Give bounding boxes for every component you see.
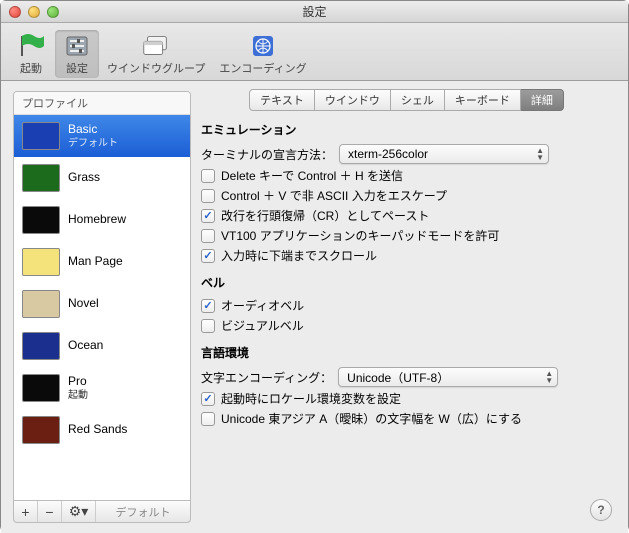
toolbar-label: 起動 <box>20 60 42 76</box>
checkbox[interactable] <box>201 229 215 243</box>
encoding-value: Unicode（UTF-8） <box>347 369 449 386</box>
profile-row[interactable]: Homebrew <box>14 199 190 241</box>
checkbox[interactable] <box>201 412 215 426</box>
profile-thumbnail <box>22 290 60 318</box>
tab[interactable]: ウインドウ <box>315 89 391 111</box>
profile-row[interactable]: Novel <box>14 283 190 325</box>
checkbox[interactable] <box>201 249 215 263</box>
flag-icon <box>15 32 47 60</box>
checkbox[interactable] <box>201 169 215 183</box>
tab[interactable]: キーボード <box>445 89 521 111</box>
checkbox-label: ビジュアルベル <box>221 317 304 334</box>
profile-row[interactable]: Ocean <box>14 325 190 367</box>
set-default-button[interactable]: デフォルト <box>96 501 190 522</box>
profile-row[interactable]: Pro起動 <box>14 367 190 409</box>
checkbox[interactable] <box>201 299 215 313</box>
help-button[interactable]: ? <box>590 499 612 521</box>
profile-row[interactable]: Man Page <box>14 241 190 283</box>
settings-content: テキストウインドウシェルキーボード詳細 エミュレーション ターミナルの宣言方法：… <box>191 81 628 533</box>
profile-name: Man Page <box>68 254 123 270</box>
profile-row[interactable]: Grass <box>14 157 190 199</box>
section-bell-title: ベル <box>201 274 612 291</box>
profile-row[interactable]: Basicデフォルト <box>14 115 190 157</box>
tab[interactable]: テキスト <box>249 89 315 111</box>
profile-list: Basicデフォルト Grass Homebrew Man Page Novel Ocea… <box>14 115 190 500</box>
profile-thumbnail <box>22 164 60 192</box>
profile-row[interactable]: Red Sands <box>14 409 190 451</box>
checkbox-label: 改行を行頭復帰（CR）としてペースト <box>221 207 429 224</box>
encoding-select[interactable]: Unicode（UTF-8） ▲▼ <box>338 367 558 387</box>
checkbox-label: 入力時に下端までスクロール <box>221 247 377 264</box>
checkbox-label: VT100 アプリケーションのキーパッドモードを許可 <box>221 227 499 244</box>
toolbar-label: エンコーディング <box>219 60 306 76</box>
profile-name: Basic <box>68 122 118 138</box>
profile-name: Pro <box>68 374 88 390</box>
toolbar-label: ウインドウグループ <box>107 60 205 76</box>
checkbox-label: 起動時にロケール環境変数を設定 <box>221 390 401 407</box>
terminal-decl-value: xterm-256color <box>348 147 428 161</box>
titlebar: 設定 <box>1 1 628 23</box>
terminal-decl-label: ターミナルの宣言方法： <box>201 146 333 163</box>
checkbox[interactable] <box>201 319 215 333</box>
toolbar: 起動 設定 ウインドウグループ エンコーディング <box>1 23 628 81</box>
toolbar-settings-button[interactable]: 設定 <box>55 30 99 78</box>
toolbar-window-groups-button[interactable]: ウインドウグループ <box>101 30 211 78</box>
profile-subtitle: 起動 <box>68 389 88 402</box>
section-lang-title: 言語環境 <box>201 344 612 361</box>
checkbox[interactable] <box>201 189 215 203</box>
profile-list-header: プロファイル <box>14 92 190 115</box>
tab[interactable]: 詳細 <box>521 89 564 111</box>
toolbar-encoding-button[interactable]: エンコーディング <box>213 30 312 78</box>
toolbar-label: 設定 <box>66 60 88 76</box>
profile-actions-menu[interactable]: ⚙︎▾ <box>62 501 96 522</box>
profile-name: Novel <box>68 296 99 312</box>
checkbox-label: Control ＋ V で非 ASCII 入力をエスケープ <box>221 187 447 204</box>
profile-subtitle: デフォルト <box>68 137 118 150</box>
window-title: 設定 <box>1 3 628 20</box>
checkbox-label: Unicode 東アジア A（曖昧）の文字幅を W（広）にする <box>221 410 522 427</box>
add-profile-button[interactable]: + <box>14 501 38 522</box>
sidebar: プロファイル BasicデフォルトGrassHomebrewMan PageNo… <box>1 81 191 533</box>
checkbox[interactable] <box>201 209 215 223</box>
profile-name: Red Sands <box>68 422 127 438</box>
tab[interactable]: シェル <box>391 89 445 111</box>
checkbox-label: オーディオベル <box>221 297 304 314</box>
encoding-label: 文字エンコーディング： <box>201 369 332 386</box>
toolbar-startup-button[interactable]: 起動 <box>9 30 53 78</box>
profile-name: Homebrew <box>68 212 126 228</box>
checkbox-label: Delete キーで Control ＋ H を送信 <box>221 167 403 184</box>
checkbox[interactable] <box>201 392 215 406</box>
section-emulation-title: エミュレーション <box>201 121 612 138</box>
remove-profile-button[interactable]: − <box>38 501 62 522</box>
settings-tabs: テキストウインドウシェルキーボード詳細 <box>201 89 612 111</box>
profile-name: Grass <box>68 170 100 186</box>
windows-icon <box>140 32 172 60</box>
profile-thumbnail <box>22 122 60 150</box>
profile-thumbnail <box>22 206 60 234</box>
profile-thumbnail <box>22 374 60 402</box>
terminal-decl-select[interactable]: xterm-256color ▲▼ <box>339 144 549 164</box>
profile-thumbnail <box>22 248 60 276</box>
globe-icon <box>247 32 279 60</box>
profile-name: Ocean <box>68 338 103 354</box>
profile-thumbnail <box>22 332 60 360</box>
profile-toolbar: + − ⚙︎▾ デフォルト <box>13 501 191 523</box>
sliders-icon <box>61 32 93 60</box>
profile-thumbnail <box>22 416 60 444</box>
